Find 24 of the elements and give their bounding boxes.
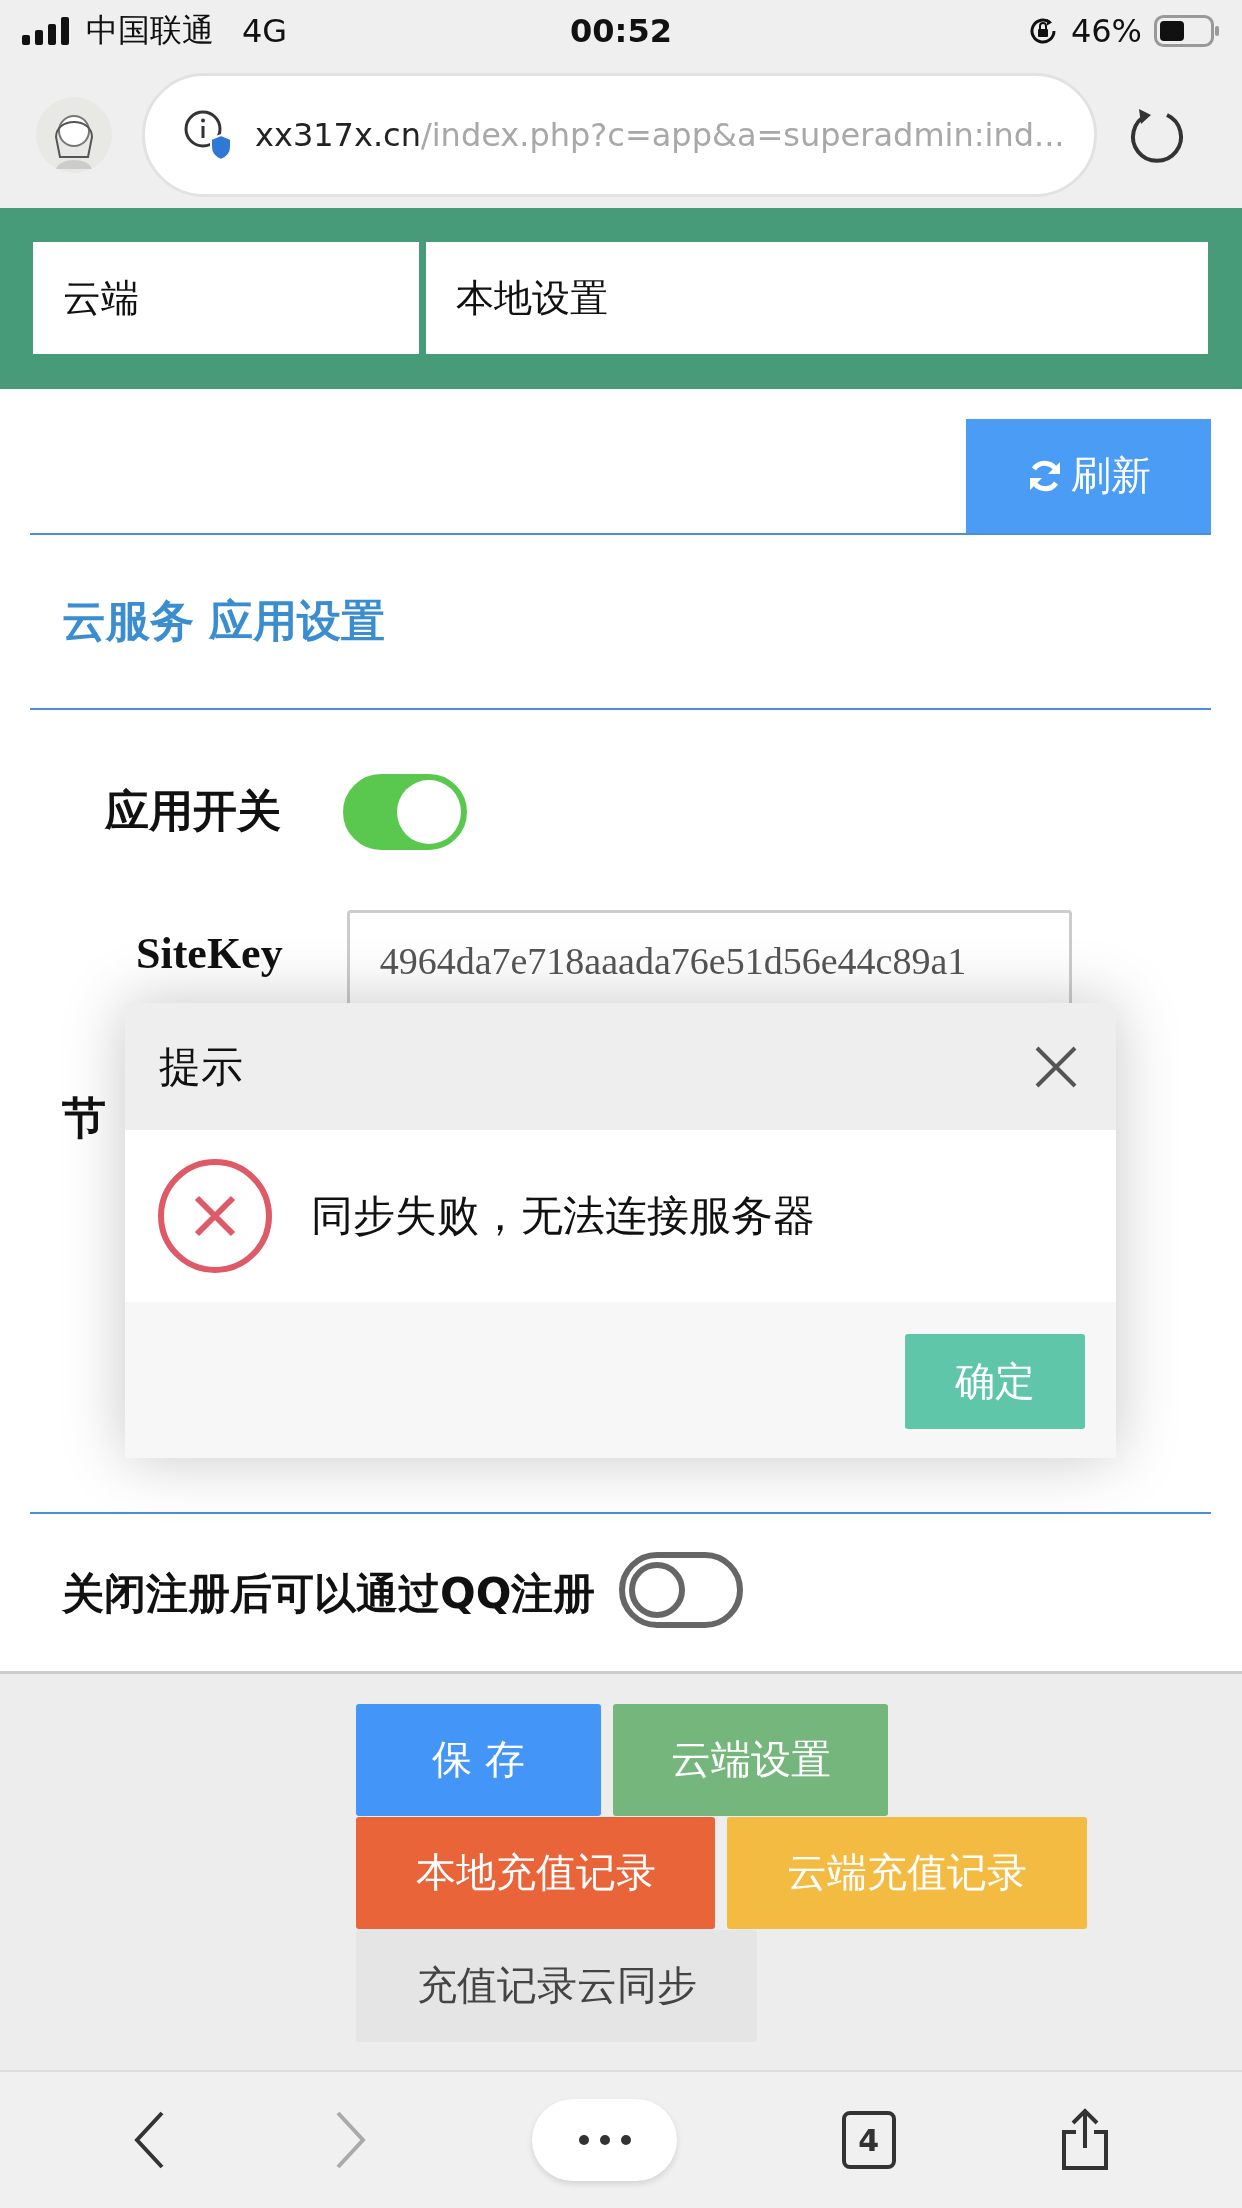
network-type: 4G (242, 11, 288, 50)
tab-count-button[interactable]: 4 (841, 2111, 896, 2170)
setting-label: 节 (62, 1091, 106, 1146)
toggle-switch[interactable] (619, 1551, 744, 1628)
close-icon[interactable] (1034, 1044, 1078, 1089)
tab[interactable]: 本地设置 (426, 242, 1208, 355)
more-icon (577, 2134, 632, 2147)
error-icon (157, 1158, 273, 1274)
setting-label: 应用开关 (105, 784, 281, 839)
tab[interactable]: 云端 (33, 242, 419, 355)
carrier-name: 中国联通 (86, 9, 214, 51)
url-text: xx317x.cn/index.php?c=app&a=superadmin:ind... (255, 115, 1065, 154)
status-time: 00:52 (570, 11, 672, 50)
section-title: 云服务 应用设置 (30, 534, 1211, 710)
avatar-icon[interactable] (36, 96, 112, 173)
share-icon[interactable] (1059, 2108, 1110, 2173)
action-button[interactable]: 充值记录云同步 (356, 1929, 757, 2042)
address-bar[interactable]: xx317x.cn/index.php?c=app&a=superadmin:ind... (142, 72, 1097, 197)
battery-icon (1154, 14, 1220, 47)
dialog-title: 提示 (159, 1040, 243, 1093)
battery-percent: 46% (1070, 11, 1142, 50)
dialog-message: 同步失败，无法连接服务器 (311, 1190, 815, 1242)
setting-label: SiteKey (136, 927, 283, 979)
setting-label: 关闭注册后可以通过QQ注册 (62, 1567, 596, 1620)
